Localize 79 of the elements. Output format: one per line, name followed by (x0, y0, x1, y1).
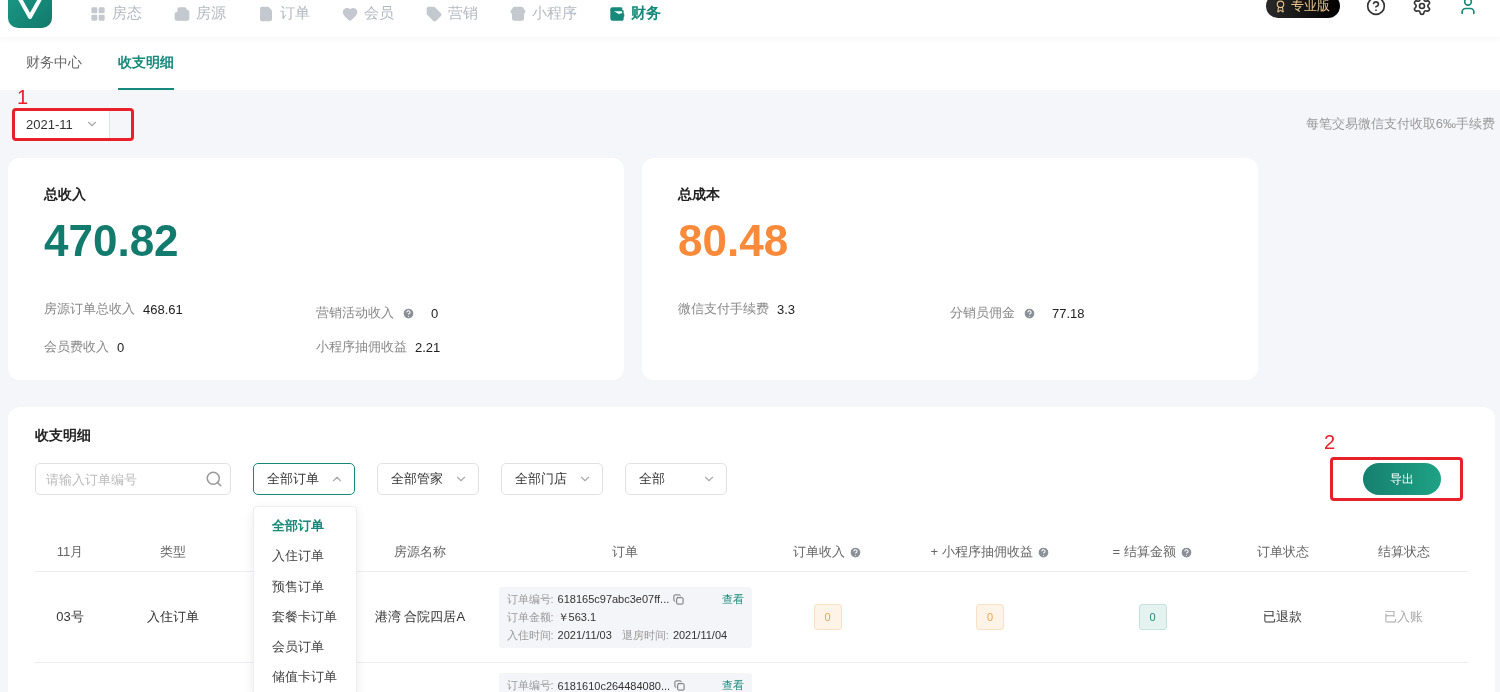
order-label: 退房时间: (621, 627, 669, 643)
copy-icon[interactable] (674, 680, 686, 691)
menu-item[interactable]: 会员订单 (254, 632, 356, 663)
column-header: 11月 (56, 543, 84, 561)
sub-tab[interactable]: 收支明细 (118, 37, 174, 90)
column-header: 订单 (612, 543, 638, 561)
order-number: 6181610c264484080... (557, 679, 671, 692)
table-cell: 03号 (56, 608, 84, 626)
column-header: 订单状态 (1256, 543, 1309, 561)
view-link[interactable]: 查看 (721, 591, 744, 607)
metric-value: 0 (117, 339, 125, 355)
table-cell: 港湾 合院四居A (374, 608, 466, 626)
user-icon[interactable] (1458, 0, 1478, 16)
filter-select[interactable]: 全部订单 (253, 463, 355, 495)
metric-value: 468.61 (143, 301, 183, 317)
metric-value: 0 (431, 305, 439, 321)
heart-icon (342, 5, 358, 22)
order-amount: ￥563.1 (557, 609, 597, 625)
column-header: 订单收入 (793, 543, 862, 561)
sub-tab[interactable]: 财务中心 (26, 37, 82, 90)
metric-value: 77.18 (1052, 305, 1085, 321)
menu-item[interactable]: 预售订单 (254, 571, 356, 602)
menu-item[interactable]: 入住订单 (254, 541, 356, 572)
settings-icon[interactable] (1412, 0, 1432, 16)
table-cell: 入住订单 (146, 608, 199, 626)
order-date: 2021/11/03 (557, 629, 612, 641)
grid-icon (90, 5, 106, 22)
filter-select[interactable]: 全部管家 (377, 463, 479, 495)
column-header: 结算状态 (1377, 543, 1430, 561)
search-icon[interactable] (205, 470, 223, 488)
shop-icon (510, 5, 526, 22)
total-amount: 80.48 (678, 216, 790, 266)
pro-badge[interactable]: 专业版 (1266, 0, 1340, 18)
order-label: 订单编号: (506, 678, 554, 692)
metric-label: 房源订单总收入 (44, 300, 135, 318)
metric-label: 会员费收入 (44, 338, 109, 356)
table-cell: 已退款 (1263, 608, 1302, 626)
column-header: 类型 (159, 543, 186, 561)
order-date: 2021/11/04 (672, 629, 728, 641)
column-header: 房源名称 (394, 543, 446, 561)
order-label: 订单金额: (506, 609, 554, 625)
metric-label: 微信支付手续费 (678, 300, 769, 318)
document-icon (258, 5, 274, 22)
metric-value: 3.3 (777, 301, 796, 317)
menu-item[interactable]: 套餐卡订单 (254, 601, 356, 633)
total-amount: 470.82 (44, 216, 180, 266)
metric-value: 2.21 (415, 339, 441, 355)
column-header: = 结算金额 (1112, 543, 1193, 561)
filter-select[interactable]: 全部门店 (501, 463, 603, 495)
column-header: + 小程序抽佣收益 (930, 543, 1050, 561)
card-title: 总成本 (678, 186, 721, 204)
fee-note: 每笔交易微信支付收取6‰手续费 (1305, 115, 1495, 133)
amount-chip: 0 (813, 604, 842, 630)
amount-chip: 0 (1138, 604, 1167, 630)
annotation-number: 1 (17, 86, 29, 109)
menu-item[interactable]: 储值卡订单 (254, 662, 356, 692)
wallet-icon (609, 5, 625, 22)
order-number: 618165c97abc3e07ff... (557, 593, 670, 605)
section-title: 收支明细 (35, 427, 91, 445)
metric-label: 小程序抽佣收益 (316, 338, 407, 356)
card-title: 总收入 (44, 186, 87, 204)
view-link[interactable]: 查看 (721, 678, 744, 692)
order-label: 订单编号: (506, 591, 554, 607)
copy-icon[interactable] (673, 593, 685, 605)
order-label: 入住时间: (506, 627, 554, 643)
annotation-number: 2 (1323, 431, 1335, 454)
export-button[interactable]: 导出 (1363, 463, 1441, 495)
building-icon (174, 5, 190, 22)
nav-item[interactable]: 财务 (609, 4, 661, 23)
search-field[interactable]: 请输入订单编号 (35, 463, 231, 495)
metric-label: 营销活动收入 (316, 304, 394, 322)
tag-icon (426, 5, 442, 22)
logo-icon[interactable] (8, 0, 52, 28)
filter-select[interactable]: 全部 (625, 463, 727, 495)
amount-chip: 0 (976, 604, 1004, 630)
menu-item[interactable]: 全部订单 (254, 511, 356, 542)
metric-label: 分销员佣金 (950, 304, 1015, 322)
help-icon[interactable] (1366, 0, 1386, 16)
table-cell: 已入账 (1384, 608, 1423, 626)
